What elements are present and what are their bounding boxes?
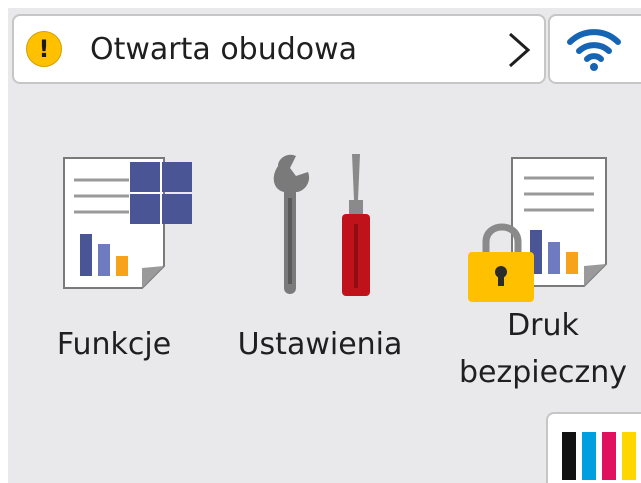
ink-bar-black	[562, 432, 576, 480]
status-message-text: Otwarta obudowa	[90, 32, 358, 67]
settings-label: Ustawienia	[237, 327, 403, 362]
printer-home-screen: ! Otwarta obudowa Funkcje Ustawienia Dru…	[8, 8, 641, 483]
settings-tile[interactable]: Ustawienia	[230, 148, 410, 398]
secure-print-icon	[468, 157, 607, 302]
functions-tile[interactable]: Funkcje	[24, 148, 204, 398]
settings-icon	[273, 154, 370, 296]
functions-label: Funkcje	[56, 327, 172, 362]
ink-bar-magenta	[602, 432, 616, 480]
secure-print-tile[interactable]: Druk bezpieczny	[438, 148, 641, 398]
chevron-right-icon	[509, 32, 531, 68]
functions-icon	[63, 157, 192, 289]
status-message-bar[interactable]: ! Otwarta obudowa	[12, 14, 546, 84]
wifi-icon	[567, 29, 621, 71]
ink-bar-cyan	[582, 432, 596, 480]
secure-print-label-line1: Druk	[507, 308, 579, 343]
warning-icon: !	[26, 31, 62, 67]
ink-bar-yellow	[622, 432, 636, 480]
wifi-button[interactable]	[548, 14, 641, 84]
ink-levels-button[interactable]	[546, 412, 641, 483]
secure-print-label-line2: bezpieczny	[458, 355, 628, 390]
